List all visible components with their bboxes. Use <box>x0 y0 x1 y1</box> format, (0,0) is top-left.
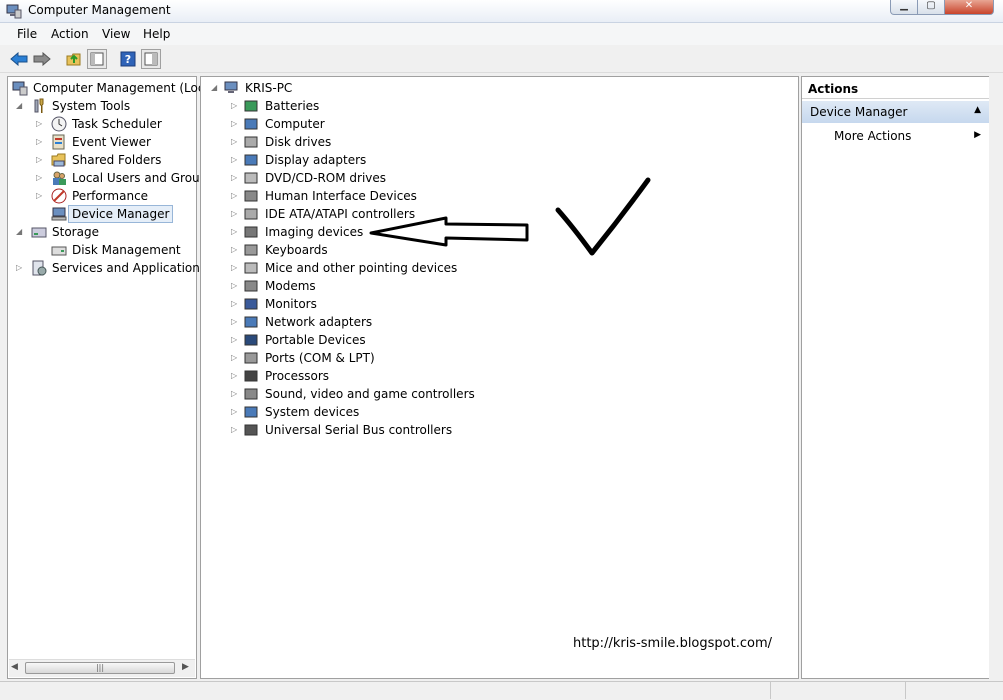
status-bar <box>0 681 1003 700</box>
menu-view[interactable]: View <box>102 27 130 41</box>
tree-label-selected: Device Manager <box>68 205 174 223</box>
svg-text:?: ? <box>125 53 131 66</box>
expand-arrow-icon[interactable]: ▷ <box>16 259 22 277</box>
tools-icon <box>34 98 44 113</box>
tree-label: Disk Management <box>72 243 181 257</box>
hand-drawn-arrow-icon <box>369 216 529 247</box>
device-tree-pane: ◢ KRIS-PC ▷ Batteries ▷ Computer ▷ Disk drive… <box>200 76 799 679</box>
shared-folders-icon <box>51 153 66 167</box>
section-label: Device Manager <box>810 105 908 119</box>
window-title: Computer Management <box>28 3 171 17</box>
collapse-arrow-icon[interactable]: ◢ <box>16 223 22 241</box>
show-hide-console-tree-button[interactable] <box>87 49 107 69</box>
close-button[interactable]: ✕ <box>944 0 994 15</box>
expand-arrow-icon[interactable]: ▷ <box>36 169 42 187</box>
forward-arrow-icon <box>33 52 51 66</box>
services-icon <box>32 260 47 276</box>
up-folder-icon <box>66 53 81 66</box>
clock-icon <box>51 116 67 132</box>
performance-icon <box>51 188 67 204</box>
show-hide-action-pane-button[interactable] <box>141 49 161 69</box>
menu-file[interactable]: File <box>17 27 37 41</box>
tree-label: Storage <box>52 225 99 239</box>
collapse-up-icon[interactable]: ▲ <box>974 105 981 115</box>
expand-arrow-icon[interactable]: ▷ <box>36 115 42 133</box>
console-tree-icon <box>90 52 104 66</box>
tree-label: System Tools <box>52 99 131 113</box>
maximize-button[interactable]: ▢ <box>917 0 945 15</box>
event-viewer-icon <box>52 134 65 150</box>
up-folder-button[interactable] <box>64 49 84 69</box>
watermark-url: http://kris-smile.blogspot.com/ <box>573 636 772 651</box>
console-tree-pane: Computer Management (Local ◢ System Tool… <box>7 76 215 679</box>
menu-help[interactable]: Help <box>143 27 170 41</box>
collapse-arrow-icon[interactable]: ◢ <box>16 97 22 115</box>
more-actions-item[interactable]: More Actions ▶ <box>802 127 989 145</box>
expand-arrow-icon[interactable]: ▷ <box>36 133 42 151</box>
storage-icon <box>31 227 47 238</box>
menu-action[interactable]: Action <box>51 27 89 41</box>
scroll-left-icon[interactable]: ◀ <box>11 662 18 672</box>
scroll-thumb[interactable]: ||| <box>25 662 175 674</box>
users-icon <box>53 171 66 185</box>
actions-pane: Actions Device Manager ▲ More Actions ▶ <box>801 76 990 679</box>
tree-label: Shared Folders <box>72 153 162 167</box>
submenu-arrow-icon: ▶ <box>974 130 981 140</box>
help-icon: ? <box>120 51 136 67</box>
device-manager-icon <box>51 207 67 221</box>
tree-label: Local Users and Groups <box>72 171 214 185</box>
back-arrow-icon <box>10 52 28 66</box>
computer-management-icon <box>6 4 22 19</box>
expand-arrow-icon[interactable]: ▷ <box>36 187 42 205</box>
horizontal-scrollbar[interactable]: ◀ ||| ▶ <box>9 659 195 677</box>
toolbar: ? <box>0 46 1003 73</box>
tree-label: Task Scheduler <box>72 117 162 131</box>
status-divider <box>770 681 771 699</box>
expand-arrow-icon[interactable]: ▷ <box>36 151 42 169</box>
tree-label: Event Viewer <box>72 135 151 149</box>
minimize-button[interactable]: ▁ <box>890 0 918 15</box>
actions-header: Actions <box>802 77 989 99</box>
title-bar: Computer Management ▁ ▢ ✕ <box>0 0 1003 23</box>
forward-button[interactable] <box>32 49 52 69</box>
menu-bar: File Action View Help <box>0 23 1003 45</box>
tree-label: Services and Applications <box>52 261 207 275</box>
action-pane-icon <box>144 52 158 66</box>
window-edge-scrollbar <box>989 76 1001 679</box>
actions-section-device-manager[interactable]: Device Manager ▲ <box>802 101 989 123</box>
tree-label: Performance <box>72 189 149 203</box>
status-divider <box>905 681 906 699</box>
scroll-right-icon[interactable]: ▶ <box>182 662 189 672</box>
back-button[interactable] <box>9 49 29 69</box>
tree-label: Computer Management (Local <box>33 81 216 95</box>
check-mark-icon <box>555 177 651 256</box>
disk-management-icon <box>51 246 67 256</box>
help-button[interactable]: ? <box>118 49 138 69</box>
computer-management-icon <box>12 81 28 96</box>
annotation-overlay <box>369 177 651 256</box>
more-actions-label: More Actions <box>834 129 912 143</box>
